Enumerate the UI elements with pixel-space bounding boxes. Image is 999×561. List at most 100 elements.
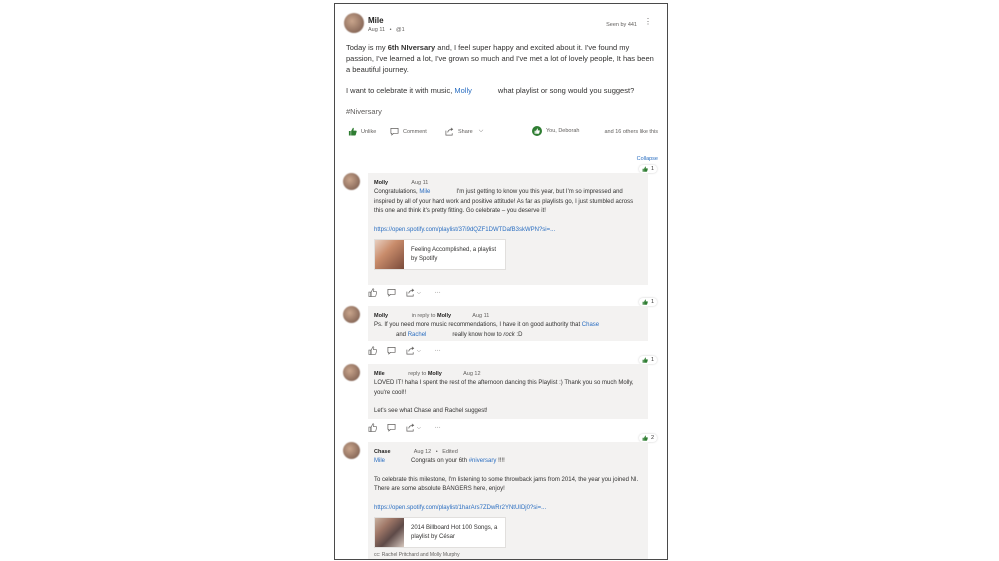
reply-text: Ps. If you need more music recommendatio… [374,322,600,338]
chevron-down-icon[interactable]: ⌵ [479,128,484,135]
more-icon[interactable]: ··· [435,425,441,431]
post-meta: Aug 11 • @1 [368,27,405,33]
reply-like-count[interactable]: 1 [638,165,657,173]
more-options-icon[interactable]: ⋮ [644,18,652,26]
more-icon[interactable]: ··· [435,290,441,296]
post-paragraph-2: I want to celebrate it with music, Molly… [346,86,635,95]
playlist-preview-title: 2014 Billboard Hot 100 Songs, a playlist… [411,524,498,540]
reply-like-count[interactable]: 1 [638,356,657,364]
reply-to: in reply to Molly [411,313,452,319]
edited-label: Edited [442,449,458,455]
thumbs-up-icon [642,299,648,305]
chevron-down-icon: ⌵ [417,289,421,296]
post-paragraph-1: Today is my 6th NIversary and, I feel su… [346,43,654,74]
playlist-preview-title: Feeling Accomplished, a playlist by Spot… [411,246,497,262]
liked-others[interactable]: and 16 others like this [604,129,658,135]
reply-like-count[interactable]: 1 [638,298,657,306]
thumbs-up-icon [368,423,377,432]
more-icon[interactable]: ··· [435,348,441,354]
chevron-down-icon: ⌵ [417,424,421,431]
hashtag-link[interactable]: #niversary [469,458,497,464]
post-body: Today is my 6th NIversary and, I feel su… [346,42,658,127]
like-button[interactable] [368,423,377,432]
playlist-preview-card[interactable]: 2014 Billboard Hot 100 Songs, a playlist… [374,517,506,549]
like-button[interactable] [368,346,377,355]
reply-bubble: Chase Aug 12 • Edited Mile Congrats on yo… [368,442,648,559]
post-hashtag[interactable]: #Niversary [346,106,658,117]
post-date: Aug 11 [368,27,386,33]
reply-header: Molly Aug 11 [374,179,642,188]
reply-text: Mile Congrats on your 6th #niversary !!!!… [374,457,642,513]
mention-mile[interactable]: Mile [419,189,430,195]
unlike-label: Unlike [361,128,377,135]
comment-icon [387,346,396,355]
reply-date: Aug 11 [411,180,429,186]
reply-thread: Collapse 1 Molly Aug 11 Congratulations,… [335,149,667,559]
seen-by-count[interactable]: Seen by 441 [606,22,637,28]
playlist-preview-card[interactable]: Feeling Accomplished, a playlist by Spot… [374,239,506,271]
spotify-link[interactable]: https://open.spotify.com/playlist/1harAr… [374,504,642,514]
reply-comment-button[interactable] [387,288,396,297]
comment-icon [390,127,399,136]
mention-molly[interactable]: Molly [454,86,472,95]
reply-avatar[interactable] [343,442,360,459]
reply-author[interactable]: Chase [374,449,391,455]
share-label: Share [458,128,473,135]
share-icon [406,346,415,355]
reply-header: Chase Aug 12 • Edited [374,449,458,455]
reply-text: LOVED IT! haha I spent the rest of the a… [374,380,634,415]
share-icon [445,127,454,136]
reply-date: Aug 12 [413,449,432,455]
comment-button[interactable]: Comment [390,127,427,136]
reply-comment-button[interactable] [387,423,396,432]
reply-bubble: Molly Aug 11 Congratulations, Mile I'm ju… [368,173,648,285]
reply-comment-button[interactable] [387,346,396,355]
reply-like-count[interactable]: 2 [638,434,657,442]
chevron-down-icon: ⌵ [417,347,421,354]
share-icon [406,288,415,297]
like-button[interactable] [368,288,377,297]
reply-actions: ⌵ ··· [368,346,441,355]
reply-share-button[interactable]: ⌵ [406,423,421,432]
comment-icon [387,288,396,297]
unlike-button[interactable]: Unlike [348,127,376,136]
reply-date: Aug 11 [472,313,490,319]
like-reaction-icon [532,126,542,136]
reply-author[interactable]: Mile [374,371,385,377]
conversation-card: Mile Aug 11 • @1 Seen by 441 ⋮ Today is … [334,3,668,560]
reply-actions: ⌵ ··· [368,423,441,432]
reply-text: Congratulations, Mile I'm just getting to… [374,188,642,235]
reply-avatar[interactable] [343,364,360,381]
mention-rachel[interactable]: Rachel [408,332,427,338]
post-edit-marker: @1 [396,27,405,33]
thumbs-up-icon [368,288,377,297]
reply-header: Molly in reply to Molly Aug 11 [374,312,642,321]
spotify-link[interactable]: https://open.spotify.com/playlist/37i9dQ… [374,226,642,236]
liked-by-names[interactable]: You, Deborah [546,128,579,134]
share-icon [406,423,415,432]
reply-share-button[interactable]: ⌵ [406,288,421,297]
reply-author[interactable]: Molly [374,180,388,186]
reply-bubble: Molly in reply to Molly Aug 11 Ps. If yo… [368,306,648,341]
reply-author[interactable]: Molly [374,313,388,319]
mention-chase[interactable]: Chase [582,322,599,328]
reply-avatar[interactable] [343,173,360,190]
cc-line: cc: Rachel Pritchard and Molly Murphy [374,552,460,559]
reply-avatar[interactable] [343,306,360,323]
thumbs-up-icon [642,435,648,441]
collapse-link[interactable]: Collapse [637,156,658,162]
mention-mile[interactable]: Mile [374,458,385,464]
comment-icon [387,423,396,432]
reply-header: Mile reply to Molly Aug 12 [374,370,642,379]
share-button[interactable]: Share ⌵ [445,127,483,136]
reply-bubble: Mile reply to Molly Aug 12 LOVED IT! hah… [368,364,648,419]
liked-by[interactable]: You, Deborah [532,126,579,136]
post-author[interactable]: Mile [368,16,384,25]
reply-date: Aug 12 [463,371,481,377]
thumbs-up-icon [642,166,648,172]
playlist-thumbnail [375,518,404,548]
author-avatar[interactable] [344,13,364,33]
reply-share-button[interactable]: ⌵ [406,346,421,355]
post-bold-text: 6th NIversary [387,43,436,52]
playlist-thumbnail [375,240,404,270]
